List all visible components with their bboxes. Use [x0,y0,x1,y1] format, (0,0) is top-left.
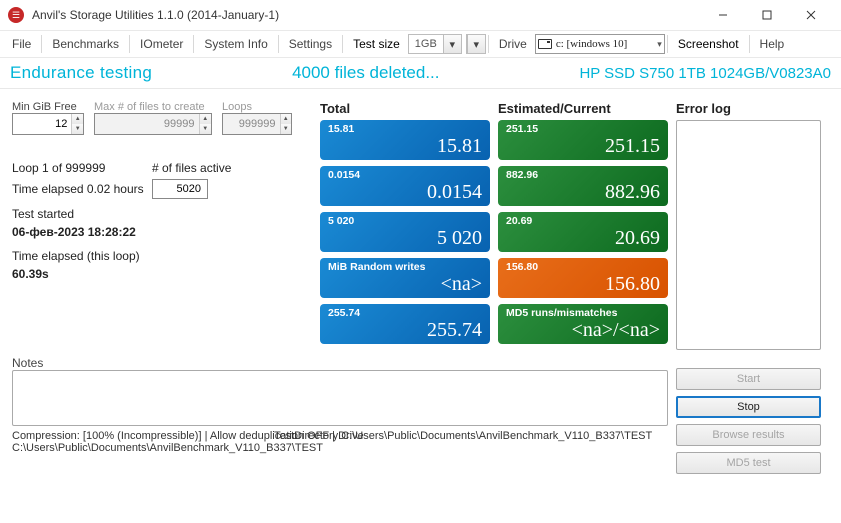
min-gib-input[interactable]: ▲▼ [12,113,84,135]
menu-benchmarks[interactable]: Benchmarks [44,33,127,55]
right-column: Error log [676,101,821,350]
max-files-label: Max # of files to create [94,101,212,113]
md5-test-button[interactable]: MD5 test [676,452,821,474]
est-tile-5: MD5 runs/mismatches<na>/<na> [498,304,668,344]
menu-bar: File Benchmarks IOmeter System Info Sett… [0,30,841,58]
menu-help[interactable]: Help [752,33,793,55]
title-bar: ☰ Anvil's Storage Utilities 1.1.0 (2014-… [0,0,841,30]
menu-iometer[interactable]: IOmeter [132,33,191,55]
chevron-down-icon: ▾ [443,35,461,53]
total-tile-1: 15.8115.81 [320,120,490,160]
spin-up-icon: ▲ [281,114,292,124]
min-gib-label: Min GiB Free [12,101,84,113]
compression-line2: TestDirectory C:\Users\Public\Documents\… [274,430,652,442]
total-column: Total 15.8115.81 0.01540.0154 5 0205 020… [320,101,490,350]
start-button[interactable]: Start [676,368,821,390]
left-panel: Min GiB Free ▲▼ Max # of files to create… [12,101,312,350]
est-tile-2: 882.96882.96 [498,166,668,206]
min-gib-value[interactable] [13,114,71,134]
test-started-value: 06-фев-2023 18:28:22 [12,223,312,241]
error-log-box[interactable] [676,120,821,350]
test-size-value: 1GB [409,38,443,50]
max-files-value [95,114,199,134]
status-right: HP SSD S750 1TB 1024GB/V0823A0 [579,65,831,82]
est-tile-3: 20.6920.69 [498,212,668,252]
menu-settings[interactable]: Settings [281,33,340,55]
drive-select[interactable]: c: [windows 10] ▾ [535,34,665,54]
total-tile-3: 5 0205 020 [320,212,490,252]
menu-system-info[interactable]: System Info [196,33,275,55]
loops-input: ▲▼ [222,113,292,135]
total-tile-2: 0.01540.0154 [320,166,490,206]
loops-value [223,114,280,134]
files-active-label: # of files active [152,159,231,177]
loop-counter: Loop 1 of 999999 [12,159,152,177]
close-button[interactable] [789,0,833,30]
menu-file[interactable]: File [4,33,39,55]
maximize-button[interactable] [745,0,789,30]
buttons-section: Start Stop Browse results MD5 test [676,368,821,480]
spin-down-icon: ▼ [200,124,212,134]
time-loop-value: 60.39s [12,265,312,283]
total-tile-4: MiB Random writes<na> [320,258,490,298]
max-files-input: ▲▼ [94,113,212,135]
spin-down-icon[interactable]: ▼ [72,124,83,134]
files-active-input[interactable] [152,179,208,199]
notes-label: Notes [12,356,668,370]
est-tile-1: 251.15251.15 [498,120,668,160]
total-header: Total [320,101,490,116]
estimated-column: Estimated/Current 251.15251.15 882.96882… [498,101,668,350]
error-log-header: Error log [676,101,821,116]
loops-label: Loops [222,101,292,113]
status-row: Endurance testing 4000 files deleted... … [0,58,841,88]
window-title: Anvil's Storage Utilities 1.1.0 (2014-Ja… [32,8,279,22]
notes-input[interactable] [12,370,668,426]
status-mid: 4000 files deleted... [152,63,579,83]
main-area: Min GiB Free ▲▼ Max # of files to create… [0,89,841,488]
drive-label: Drive [491,33,535,55]
spin-up-icon: ▲ [200,114,212,124]
chevron-down-icon: ▾ [467,35,485,53]
browse-results-button[interactable]: Browse results [676,424,821,446]
est-tile-4: 156.80156.80 [498,258,668,298]
test-size-step[interactable]: ▾ [466,34,486,54]
disk-icon [538,39,552,49]
test-size-select[interactable]: 1GB ▾ [408,34,462,54]
total-tile-5: 255.74255.74 [320,304,490,344]
app-icon: ☰ [8,7,24,23]
time-loop-label: Time elapsed (this loop) [12,247,312,265]
test-started-label: Test started [12,205,312,223]
drive-value: c: [windows 10] [556,38,653,50]
stop-button[interactable]: Stop [676,396,821,418]
status-left: Endurance testing [10,63,152,83]
spin-down-icon: ▼ [281,124,292,134]
minimize-button[interactable] [701,0,745,30]
menu-screenshot[interactable]: Screenshot [670,33,747,55]
spin-up-icon[interactable]: ▲ [72,114,83,124]
time-elapsed: Time elapsed 0.02 hours [12,180,152,198]
chevron-down-icon: ▾ [657,39,662,50]
notes-section: Notes Compression: [100% (Incompressible… [12,356,668,480]
test-size-label: Test size [345,33,408,55]
estimated-header: Estimated/Current [498,101,668,116]
